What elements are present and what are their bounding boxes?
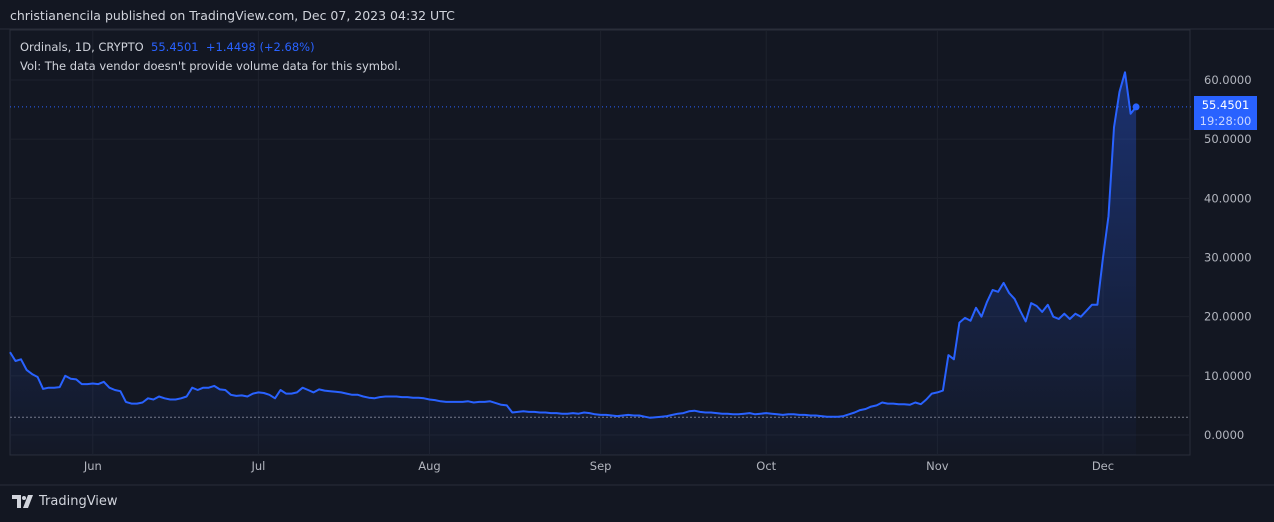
y-tick-label: 30.0000 (1204, 251, 1252, 265)
footer-brand[interactable]: TradingView (12, 494, 118, 509)
price-axis-label: 55.4501 19:28:00 (1194, 96, 1257, 130)
price-chart[interactable]: 0.0000 10.0000 20.0000 30.0000 40.0000 50.000… (0, 0, 1274, 522)
y-tick-label: 50.0000 (1204, 132, 1252, 146)
y-tick-label: 60.0000 (1204, 73, 1252, 87)
x-tick-label: Jul (250, 459, 265, 473)
x-tick-label: Nov (926, 459, 949, 473)
y-tick-label: 20.0000 (1204, 310, 1252, 324)
price-label-value: 55.4501 (1201, 98, 1250, 112)
last-price: 55.4501 (151, 40, 199, 54)
y-tick-label: 0.0000 (1204, 428, 1244, 442)
chart-legend: Ordinals, 1D, CRYPTO 55.4501 +1.4498 (+2… (20, 38, 401, 76)
symbol-info[interactable]: Ordinals, 1D, CRYPTO (20, 40, 144, 54)
last-price-dot (1132, 103, 1140, 111)
price-change: +1.4498 (205, 40, 256, 54)
brand-name: TradingView (39, 494, 118, 509)
x-tick-label: Dec (1092, 459, 1114, 473)
y-tick-label: 40.0000 (1204, 191, 1252, 205)
x-tick-label: Oct (756, 459, 776, 473)
x-tick-label: Sep (590, 459, 612, 473)
x-tick-label: Aug (418, 459, 440, 473)
y-tick-label: 10.0000 (1204, 369, 1252, 383)
bar-countdown: 19:28:00 (1199, 114, 1252, 128)
price-area (10, 72, 1137, 456)
price-change-pct: (+2.68%) (259, 40, 315, 54)
tradingview-logo-icon (12, 495, 33, 508)
x-tick-label: Jun (83, 459, 102, 473)
volume-note: Vol: The data vendor doesn't provide vol… (20, 59, 402, 73)
